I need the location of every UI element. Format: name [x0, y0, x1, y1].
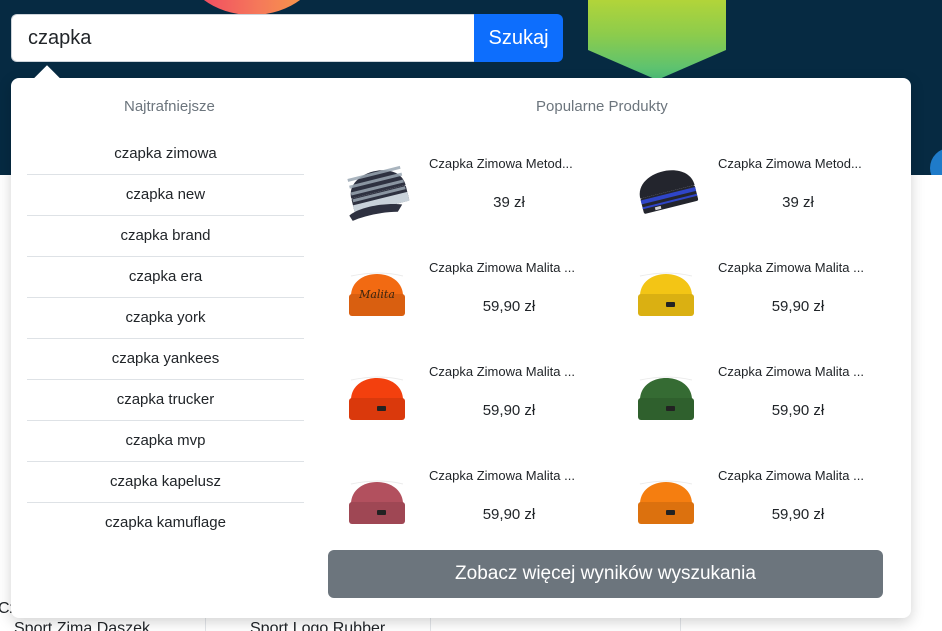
suggestion-item[interactable]: czapka kapelusz [27, 462, 304, 503]
product-price: 39 zł [493, 194, 525, 211]
beanie-image [347, 165, 410, 221]
beanie-image [638, 480, 694, 524]
suggestion-list: czapka zimowa czapka new czapka brand cz… [27, 134, 304, 544]
beanie-image [349, 480, 405, 524]
suggestion-item[interactable]: czapka yankees [27, 339, 304, 380]
search-input[interactable] [11, 14, 474, 62]
beanie-image [639, 170, 699, 214]
product-name: Czapka Zimowa Malita ... [429, 468, 575, 483]
beanie-image [349, 376, 405, 420]
product-price: 59,90 zł [482, 402, 536, 419]
suggestions-title: Najtrafniejsze [124, 98, 215, 115]
suggestion-item[interactable]: czapka era [27, 257, 304, 298]
product-price: 59,90 zł [482, 298, 536, 315]
suggestion-item[interactable]: czapka new [27, 175, 304, 216]
product-card[interactable]: Czapka Zimowa Malita ... 59,90 zł [620, 448, 893, 552]
product-card[interactable]: Czapka Zimowa Metod... 39 zł [331, 136, 620, 240]
beanie-image [638, 376, 694, 420]
suggestion-item[interactable]: czapka kamuflage [27, 503, 304, 544]
product-card[interactable]: Czapka Zimowa Malita ... 59,90 zł [620, 240, 893, 344]
beanie-image: Malita [349, 272, 405, 316]
hero-decoration-tag [588, 0, 726, 80]
product-name: Czapka Zimowa Malita ... [429, 364, 575, 379]
product-card[interactable]: Czapka Zimowa Malita ... 59,90 zł [620, 344, 893, 448]
product-price: 59,90 zł [771, 402, 825, 419]
product-name: Czapka Zimowa Malita ... [718, 364, 864, 379]
suggestion-item[interactable]: czapka trucker [27, 380, 304, 421]
svg-text:Malita: Malita [358, 288, 395, 301]
product-card[interactable]: Czapka Zimowa Malita ... 59,90 zł [331, 448, 620, 552]
product-price: 59,90 zł [771, 298, 825, 315]
product-name: Czapka Zimowa Malita ... [718, 260, 864, 275]
search-suggestions-dropdown: Najtrafniejsze Popularne Produkty czapka… [11, 65, 911, 618]
product-name: Czapka Zimowa Metod... [429, 156, 573, 171]
see-more-results-button[interactable]: Zobacz więcej wyników wyszukania [328, 550, 883, 598]
product-name: Czapka Zimowa Metod... [718, 156, 862, 171]
hero-decoration-blob [930, 148, 942, 175]
product-price: 59,90 zł [771, 506, 825, 523]
hero-decoration-circle [182, 0, 322, 15]
popular-products-grid: Czapka Zimowa Metod... 39 zł Czapka Zimo… [331, 136, 893, 552]
suggestion-item[interactable]: czapka zimowa [27, 134, 304, 175]
suggestion-item[interactable]: czapka mvp [27, 421, 304, 462]
product-card[interactable]: Malita Czapka Zimowa Malita ... 59,90 zł [331, 240, 620, 344]
suggestion-item[interactable]: czapka york [27, 298, 304, 339]
product-name: Czapka Zimowa Malita ... [718, 468, 864, 483]
background-card-title: Sport Logo Rubber [250, 620, 386, 631]
product-price: 39 zł [782, 194, 814, 211]
product-name: Czapka Zimowa Malita ... [429, 260, 575, 275]
search-button[interactable]: Szukaj [474, 14, 563, 62]
product-card[interactable]: Czapka Zimowa Malita ... 59,90 zł [331, 344, 620, 448]
product-price: 59,90 zł [482, 506, 536, 523]
search-bar: Szukaj [11, 14, 563, 62]
suggestion-item[interactable]: czapka brand [27, 216, 304, 257]
product-card[interactable]: Czapka Zimowa Metod... 39 zł [620, 136, 893, 240]
popular-products-title: Popularne Produkty [536, 98, 668, 115]
background-card-title: Sport Zima Daszek [14, 620, 151, 631]
beanie-image [638, 272, 694, 316]
